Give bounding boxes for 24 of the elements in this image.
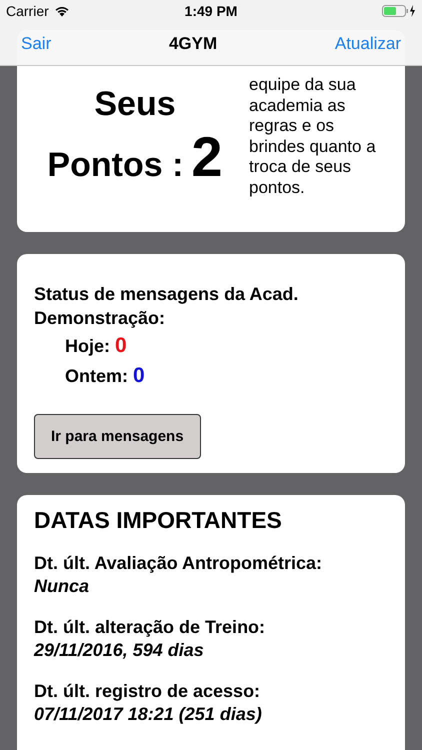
date-label: Dt. últ. Avaliação Antropométrica: [34, 552, 324, 575]
date-label: Dt. últ. alteração de Treino: [34, 616, 266, 639]
points-label: Seus [94, 84, 176, 124]
date-value: 07/11/2017 18:21 (251 dias) [34, 703, 263, 726]
points-label: Pontos : [47, 146, 184, 184]
wifi-icon [54, 5, 70, 17]
battery-icon [382, 5, 416, 17]
points-value: 2 [191, 124, 223, 188]
points-note: equipe da sua academia as regras e os brindes quanto a troca de seus pontos. [249, 75, 377, 198]
count-label: Ontem: [65, 366, 128, 387]
app-title: 4GYM [168, 34, 218, 54]
count-value: 0 [133, 364, 145, 388]
date-value: 29/11/2016, 594 dias [34, 639, 205, 662]
messages-status-title: Status de mensagens da Acad. Demonstração: [34, 283, 300, 330]
count-label: Hoje: [65, 336, 110, 357]
carrier-label: Carrier [6, 3, 49, 19]
go-to-messages-button[interactable]: Ir para mensagens [34, 414, 201, 459]
exit-button[interactable]: Sair [21, 34, 52, 54]
date-label: Dt. últ. registro de acesso: [34, 680, 262, 703]
count-value: 0 [115, 334, 127, 358]
refresh-button[interactable]: Atualizar [334, 34, 401, 54]
date-value: Nunca [34, 575, 90, 598]
dates-title: DATAS IMPORTANTES [34, 507, 283, 534]
status-time: 1:49 PM [184, 3, 238, 19]
